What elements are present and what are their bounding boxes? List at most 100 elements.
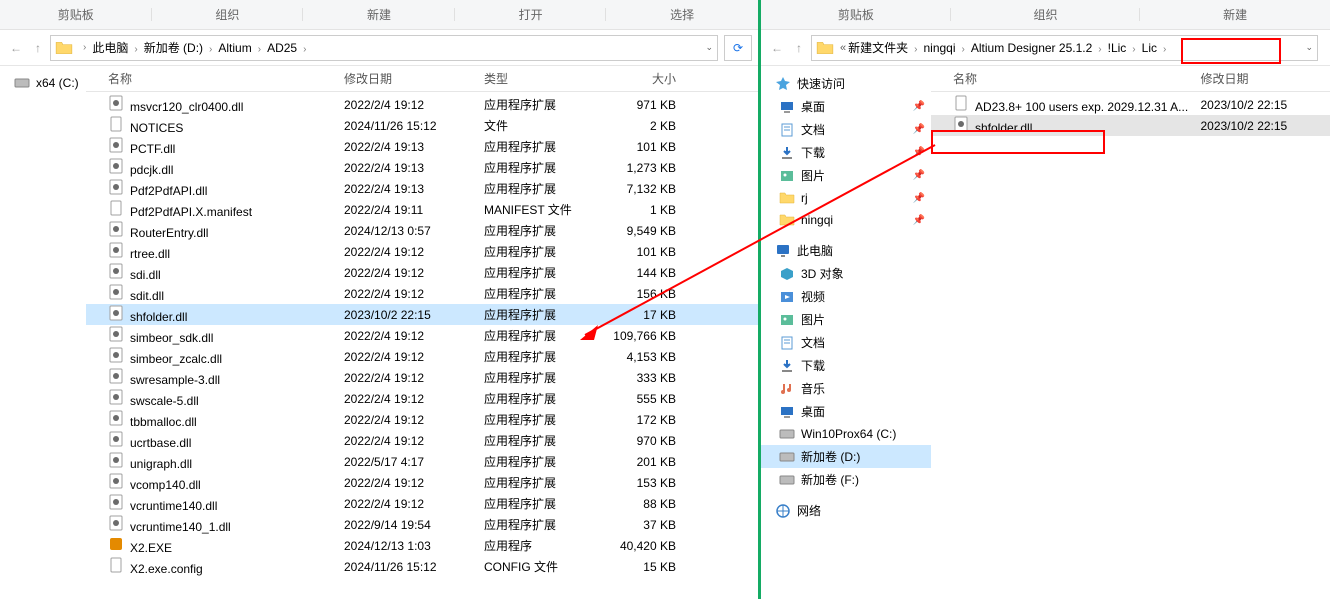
file-row[interactable]: simbeor_sdk.dll2022/2/4 19:12应用程序扩展109,7…	[86, 325, 758, 346]
file-row[interactable]: X2.exe.config2024/11/26 15:12CONFIG 文件15…	[86, 556, 758, 577]
ribbon-section[interactable]: 新建	[1140, 6, 1330, 23]
nav-item[interactable]: 文档	[761, 331, 931, 354]
file-row[interactable]: vcomp140.dll2022/2/4 19:12应用程序扩展153 KB	[86, 472, 758, 493]
file-row[interactable]: pdcjk.dll2022/2/4 19:13应用程序扩展1,273 KB	[86, 157, 758, 178]
dll-icon	[108, 242, 124, 258]
file-type-cell: 应用程序扩展	[478, 432, 596, 449]
col-name[interactable]: 名称	[102, 70, 338, 87]
nav-quick-access[interactable]: 快速访问	[761, 72, 931, 95]
file-row[interactable]: shfolder.dll2023/10/2 22:15应用程序扩展17 KB	[86, 304, 758, 325]
ribbon-section[interactable]: 剪贴板	[761, 6, 951, 23]
file-type-cell: 应用程序	[478, 537, 596, 554]
chevron-down-icon[interactable]: ⌄	[1303, 42, 1313, 53]
dll-icon	[108, 431, 124, 447]
file-type-cell: 应用程序扩展	[478, 348, 596, 365]
col-date[interactable]: 修改日期	[1194, 70, 1330, 87]
ribbon-section[interactable]: 新建	[303, 6, 455, 23]
nav-item[interactable]: 桌面	[761, 400, 931, 423]
nav-item[interactable]: Win10Prox64 (C:)	[761, 423, 931, 445]
nav-label: 新加卷 (F:)	[801, 471, 859, 488]
file-type-cell: 应用程序扩展	[478, 495, 596, 512]
file-row[interactable]: RouterEntry.dll2024/12/13 0:57应用程序扩展9,54…	[86, 220, 758, 241]
nav-item[interactable]: 视频	[761, 285, 931, 308]
desktop-icon	[779, 99, 795, 115]
col-type[interactable]: 类型	[478, 70, 596, 87]
nav-this-pc[interactable]: 此电脑	[761, 239, 931, 262]
breadcrumb-item[interactable]: ningqi	[921, 41, 957, 55]
file-type-cell: 应用程序扩展	[478, 243, 596, 260]
ribbon-section[interactable]: 组织	[152, 6, 304, 23]
file-row[interactable]: msvcr120_clr0400.dll2022/2/4 19:12应用程序扩展…	[86, 94, 758, 115]
breadcrumb-item[interactable]: Altium Designer 25.1.2	[969, 41, 1094, 55]
breadcrumb-item[interactable]: 此电脑	[90, 39, 130, 56]
file-row[interactable]: AD23.8+ 100 users exp. 2029.12.31 A...20…	[931, 94, 1330, 115]
nav-item[interactable]: 下载	[761, 354, 931, 377]
ribbon-section[interactable]: 选择	[606, 6, 758, 23]
nav-item[interactable]: 桌面📌	[761, 95, 931, 118]
col-date[interactable]: 修改日期	[338, 70, 478, 87]
file-size-cell: 333 KB	[596, 371, 680, 385]
col-size[interactable]: 大小	[596, 70, 680, 87]
nav-item[interactable]: 音乐	[761, 377, 931, 400]
file-row[interactable]: simbeor_zcalc.dll2022/2/4 19:12应用程序扩展4,1…	[86, 346, 758, 367]
file-row[interactable]: NOTICES2024/11/26 15:12文件2 KB	[86, 115, 758, 136]
file-name-cell: simbeor_sdk.dll	[102, 326, 338, 345]
ribbon-section[interactable]: 组织	[951, 6, 1141, 23]
star-icon	[775, 76, 791, 92]
file-row[interactable]: tbbmalloc.dll2022/2/4 19:12应用程序扩展172 KB	[86, 409, 758, 430]
back-button[interactable]: ←	[6, 38, 26, 58]
breadcrumb-item[interactable]: !Lic	[1106, 41, 1129, 55]
breadcrumb-item[interactable]: AD25	[265, 41, 299, 55]
nav-item[interactable]: 下载📌	[761, 141, 931, 164]
address-box[interactable]: « 新建文件夹›ningqi›Altium Designer 25.1.2›!L…	[811, 35, 1318, 61]
column-headers[interactable]: 名称 修改日期	[931, 66, 1330, 92]
file-row[interactable]: swresample-3.dll2022/2/4 19:12应用程序扩展333 …	[86, 367, 758, 388]
column-headers[interactable]: 名称 修改日期 类型 大小	[86, 66, 758, 92]
file-date-cell: 2022/2/4 19:12	[338, 287, 478, 301]
file-icon	[108, 557, 124, 573]
chevron-down-icon[interactable]: ⌄	[703, 42, 713, 53]
file-row[interactable]: sdit.dll2022/2/4 19:12应用程序扩展156 KB	[86, 283, 758, 304]
ribbon-section[interactable]: 剪贴板	[0, 6, 152, 23]
file-row[interactable]: Pdf2PdfAPI.X.manifest2022/2/4 19:11MANIF…	[86, 199, 758, 220]
nav-item[interactable]: 3D 对象	[761, 262, 931, 285]
nav-label: 桌面	[801, 403, 825, 420]
file-row[interactable]: rtree.dll2022/2/4 19:12应用程序扩展101 KB	[86, 241, 758, 262]
nav-item[interactable]: ningqi📌	[761, 209, 931, 231]
file-row[interactable]: sdi.dll2022/2/4 19:12应用程序扩展144 KB	[86, 262, 758, 283]
file-row[interactable]: PCTF.dll2022/2/4 19:13应用程序扩展101 KB	[86, 136, 758, 157]
nav-network[interactable]: 网络	[761, 499, 931, 522]
file-size-cell: 153 KB	[596, 476, 680, 490]
nav-item[interactable]: 新加卷 (D:)	[761, 445, 931, 468]
file-row[interactable]: vcruntime140_1.dll2022/9/14 19:54应用程序扩展3…	[86, 514, 758, 535]
file-row[interactable]: vcruntime140.dll2022/2/4 19:12应用程序扩展88 K…	[86, 493, 758, 514]
explorer-left-window: 剪贴板组织新建打开选择 ← ↑ › 此电脑›新加卷 (D:)›Altium›AD…	[0, 0, 758, 599]
up-button[interactable]: ↑	[789, 38, 809, 58]
breadcrumb-item[interactable]: Altium	[216, 41, 253, 55]
nav-item-disk[interactable]: x64 (C:)	[0, 72, 86, 94]
address-box[interactable]: › 此电脑›新加卷 (D:)›Altium›AD25› ⌄	[50, 35, 718, 61]
breadcrumb-item[interactable]: 新建文件夹	[846, 39, 910, 56]
file-row[interactable]: shfolder.dll2023/10/2 22:15	[931, 115, 1330, 136]
ribbon-section[interactable]: 打开	[455, 6, 607, 23]
file-row[interactable]: X2.EXE2024/12/13 1:03应用程序40,420 KB	[86, 535, 758, 556]
nav-item[interactable]: 图片	[761, 308, 931, 331]
back-button[interactable]: ←	[767, 38, 787, 58]
dll-icon	[108, 305, 124, 321]
nav-label: x64 (C:)	[36, 76, 79, 90]
folder-icon	[779, 190, 795, 206]
nav-item[interactable]: 图片📌	[761, 164, 931, 187]
refresh-button[interactable]: ⟳	[724, 35, 752, 61]
file-row[interactable]: Pdf2PdfAPI.dll2022/2/4 19:13应用程序扩展7,132 …	[86, 178, 758, 199]
col-name[interactable]: 名称	[947, 70, 1194, 87]
file-row[interactable]: ucrtbase.dll2022/2/4 19:12应用程序扩展970 KB	[86, 430, 758, 451]
up-button[interactable]: ↑	[28, 38, 48, 58]
breadcrumb-item[interactable]: 新加卷 (D:)	[142, 39, 205, 56]
file-row[interactable]: unigraph.dll2022/5/17 4:17应用程序扩展201 KB	[86, 451, 758, 472]
nav-item[interactable]: 文档📌	[761, 118, 931, 141]
breadcrumb-item[interactable]: Lic	[1140, 41, 1159, 55]
nav-item[interactable]: rj📌	[761, 187, 931, 209]
file-name-cell: vcruntime140_1.dll	[102, 515, 338, 534]
file-row[interactable]: swscale-5.dll2022/2/4 19:12应用程序扩展555 KB	[86, 388, 758, 409]
nav-item[interactable]: 新加卷 (F:)	[761, 468, 931, 491]
